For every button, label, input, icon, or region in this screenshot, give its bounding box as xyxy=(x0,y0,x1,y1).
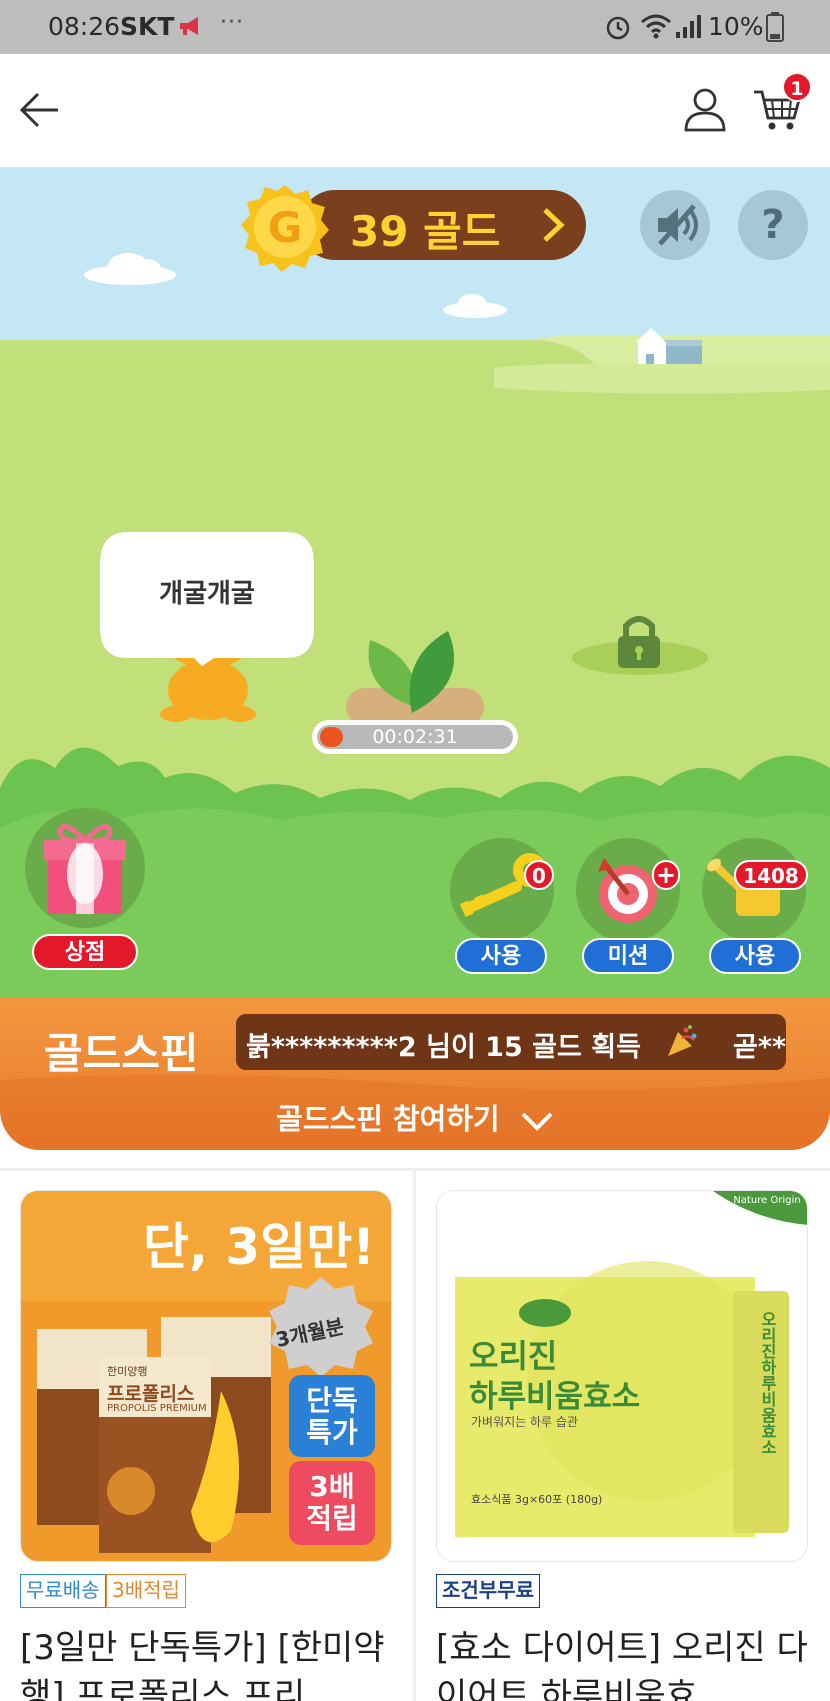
winner-ticker: 붉*********2 님이 15 골드 획득 곧** xyxy=(236,1014,786,1070)
package-name: 프로폴리스 xyxy=(107,1383,195,1405)
free-shipping-tag: 무료배송 xyxy=(20,1574,106,1608)
product-image[interactable]: 단, 3일만! 3개월분 단독 특가 3배 적립 한미양행 프로폴리스 PROP… xyxy=(20,1190,392,1562)
gold-amount: 39 골드 xyxy=(350,207,501,256)
svg-text:G: G xyxy=(268,203,302,252)
stick-label: 오리진하루비움효소 xyxy=(758,1311,777,1455)
brand-corner: Nature Origin xyxy=(733,1195,801,1206)
gold-spin-section: 골드스핀 붉*********2 님이 15 골드 획득 곧** 골드스핀 참여… xyxy=(0,998,830,1150)
signal-icon xyxy=(676,15,701,38)
status-bar: 08:26 SKT ··· 10% xyxy=(0,0,830,54)
mission-target[interactable] xyxy=(576,838,680,942)
speech-text: 개굴개굴 xyxy=(159,579,255,609)
triple-points-tag: 3배적립 xyxy=(106,1574,186,1608)
farm-game: G 39 골드 ? 개굴개굴 00:02:31 상점 0 사용 + 미션 140… xyxy=(0,168,830,998)
sound-off-icon xyxy=(658,204,698,246)
watering-can[interactable] xyxy=(702,838,806,942)
wifi-icon xyxy=(641,14,671,39)
help-button[interactable]: ? xyxy=(738,190,808,260)
gold-spin-join-label: 골드스핀 참여하기 xyxy=(276,1102,500,1136)
user-icon[interactable] xyxy=(682,86,728,132)
product-spec: 효소식품 3g×60포 (180g) xyxy=(471,1493,603,1506)
back-arrow-icon[interactable] xyxy=(18,88,62,132)
shop-button[interactable]: 상점 xyxy=(32,934,138,970)
ticker-main: 붉*********2 님이 15 골드 획득 xyxy=(246,1032,641,1063)
gold-spin-title: 골드스핀 xyxy=(44,1029,199,1078)
package-sub: PROPOLIS PREMIUM xyxy=(107,1403,207,1414)
key-item[interactable] xyxy=(450,838,554,942)
ticker-next: 곧** xyxy=(733,1032,786,1063)
timer-text: 00:02:31 xyxy=(372,726,458,748)
water-count-badge: 1408 xyxy=(734,860,808,890)
shop-gift[interactable] xyxy=(25,808,145,928)
water-use-button[interactable]: 사용 xyxy=(709,938,801,974)
status-dots: ··· xyxy=(220,10,244,35)
package-brand: 한미양행 xyxy=(107,1365,148,1378)
gold-coin-icon: G xyxy=(241,185,329,272)
divider xyxy=(413,1168,416,1701)
promo-headline: 단, 3일만! xyxy=(143,1218,375,1276)
product-image[interactable]: Nature Origin 오리진 하루비움효소 가벼워지는 하루 습관 효소식… xyxy=(436,1190,808,1562)
conditional-free-tag: 조건부무료 xyxy=(436,1574,540,1608)
chevron-right-icon xyxy=(543,208,565,242)
chevron-down-icon xyxy=(521,1112,553,1131)
battery-percent: 10% xyxy=(708,12,764,41)
product-grid: 단, 3일만! 3개월분 단독 특가 3배 적립 한미양행 프로폴리스 PROP… xyxy=(0,1168,830,1701)
product-name-2: 하루비움효소 xyxy=(469,1379,641,1415)
party-popper-icon xyxy=(668,1025,697,1056)
battery-icon xyxy=(766,12,784,42)
megaphone-icon xyxy=(180,17,198,35)
product-title[interactable]: [3일만 단독특가] [한미약행] 프로폴리스 프리… xyxy=(20,1624,400,1701)
status-carrier: SKT xyxy=(120,12,175,41)
status-time: 08:26 xyxy=(48,12,121,41)
mission-button[interactable]: 미션 xyxy=(582,938,674,974)
key-use-button[interactable]: 사용 xyxy=(455,938,547,974)
promo-badge-exclusive: 단독 특가 xyxy=(306,1384,358,1449)
key-count-badge: 0 xyxy=(524,860,554,890)
mute-button[interactable] xyxy=(640,190,710,260)
promo-badge-points: 3배 적립 xyxy=(306,1470,358,1535)
cart-count-badge: 1 xyxy=(782,72,812,102)
app-header: 1 xyxy=(0,54,830,168)
product-title[interactable]: [효소 다이어트] 오리진 다이어트 하루비움효… xyxy=(436,1624,816,1701)
product-tagline: 가벼워지는 하루 습관 xyxy=(471,1415,578,1429)
mission-plus-badge: + xyxy=(652,860,680,890)
alarm-icon xyxy=(606,16,630,40)
gold-spin-join-button[interactable]: 골드스핀 참여하기 xyxy=(0,1096,830,1138)
